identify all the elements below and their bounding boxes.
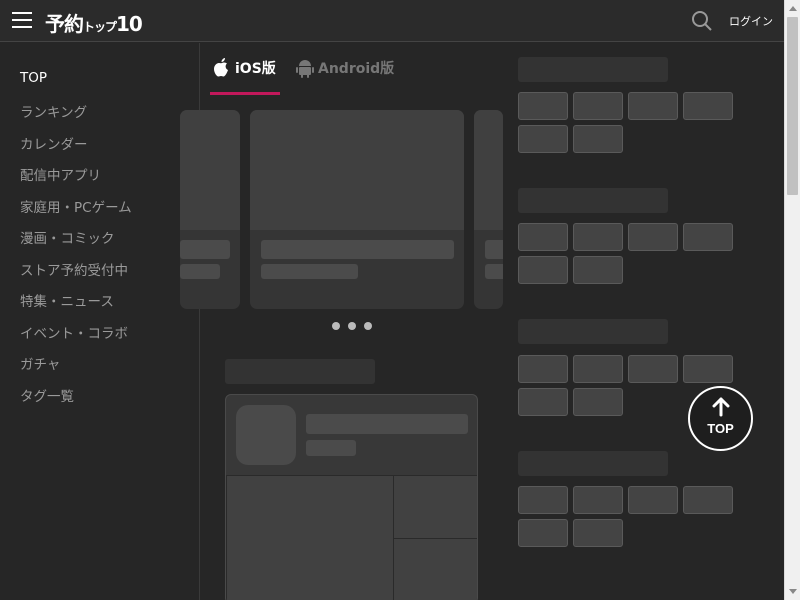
- app-title-placeholder: [306, 414, 468, 434]
- carousel-dot[interactable]: [332, 322, 340, 330]
- scroll-up-arrow-icon[interactable]: [789, 6, 797, 11]
- tag-placeholder[interactable]: [573, 355, 623, 383]
- tag-placeholder[interactable]: [573, 92, 623, 120]
- back-to-top-label: TOP: [707, 421, 734, 436]
- tag-placeholder[interactable]: [573, 125, 623, 153]
- carousel-card-next[interactable]: [474, 110, 503, 309]
- tag-placeholder[interactable]: [628, 486, 678, 514]
- app-screenshot-placeholder: [393, 538, 477, 600]
- sidebar-item-tags[interactable]: タグ一覧: [20, 385, 74, 405]
- back-to-top-button[interactable]: TOP: [688, 386, 753, 451]
- logo-text-main: 予約: [45, 12, 84, 36]
- tab-ios[interactable]: iOS版: [213, 58, 276, 78]
- sidebar-item-store-preorder[interactable]: ストア予約受付中: [20, 259, 128, 279]
- arrow-up-icon: [712, 397, 730, 417]
- tab-android[interactable]: Android版: [296, 58, 394, 78]
- tab-selected-indicator: [210, 92, 280, 95]
- logo-text-number: 10: [116, 12, 143, 36]
- tag-placeholder[interactable]: [683, 223, 733, 251]
- tag-group-heading-placeholder: [518, 188, 668, 213]
- logo-text-small: トップ: [83, 20, 117, 34]
- sidebar: TOP ランキング カレンダー 配信中アプリ 家庭用・PCゲーム 漫画・コミック…: [0, 43, 200, 600]
- carousel-card-current[interactable]: [250, 110, 464, 309]
- sidebar-item-gacha[interactable]: ガチャ: [20, 353, 60, 373]
- app-screenshot-placeholder: [226, 475, 394, 600]
- tag-placeholder[interactable]: [573, 519, 623, 547]
- section-heading-placeholder: [225, 359, 375, 384]
- tab-ios-label: iOS版: [235, 61, 276, 77]
- apple-icon: [214, 58, 228, 77]
- tag-placeholder[interactable]: [518, 355, 568, 383]
- sidebar-item-features-news[interactable]: 特集・ニュース: [20, 290, 114, 310]
- sidebar-item-console-pc-games[interactable]: 家庭用・PCゲーム: [20, 196, 132, 216]
- tag-placeholder[interactable]: [628, 355, 678, 383]
- header: 予約トップ10 ログイン: [0, 0, 784, 42]
- carousel-dot[interactable]: [364, 322, 372, 330]
- app-icon-placeholder: [236, 405, 296, 465]
- tag-placeholder[interactable]: [573, 388, 623, 416]
- sidebar-item-top[interactable]: TOP: [20, 70, 47, 86]
- tag-placeholder[interactable]: [628, 223, 678, 251]
- android-icon: [296, 60, 314, 78]
- tag-placeholder[interactable]: [518, 256, 568, 284]
- tag-group-heading-placeholder: [518, 57, 668, 82]
- scrollbar[interactable]: [784, 0, 800, 600]
- sidebar-item-ranking[interactable]: ランキング: [20, 101, 87, 121]
- site-logo[interactable]: 予約トップ10: [45, 8, 143, 37]
- app-card[interactable]: [225, 394, 478, 600]
- sidebar-item-events-collabs[interactable]: イベント・コラボ: [20, 322, 128, 342]
- tag-placeholder[interactable]: [518, 519, 568, 547]
- tag-placeholder[interactable]: [518, 486, 568, 514]
- tag-placeholder[interactable]: [518, 223, 568, 251]
- scroll-down-arrow-icon[interactable]: [789, 589, 797, 594]
- tag-placeholder[interactable]: [573, 223, 623, 251]
- tag-placeholder[interactable]: [518, 388, 568, 416]
- carousel-card-title-placeholder: [261, 240, 454, 259]
- app-meta-placeholder: [306, 440, 356, 456]
- tab-android-label: Android版: [318, 61, 395, 77]
- tag-placeholder[interactable]: [683, 355, 733, 383]
- menu-icon[interactable]: [12, 12, 32, 29]
- tag-placeholder[interactable]: [518, 92, 568, 120]
- tag-placeholder[interactable]: [573, 256, 623, 284]
- scrollbar-thumb[interactable]: [787, 17, 798, 195]
- search-icon[interactable]: [691, 10, 713, 32]
- carousel-dot[interactable]: [348, 322, 356, 330]
- sidebar-item-manga[interactable]: 漫画・コミック: [20, 227, 115, 247]
- carousel-card-image: [250, 110, 464, 230]
- login-link[interactable]: ログイン: [729, 13, 773, 29]
- tag-placeholder[interactable]: [573, 486, 623, 514]
- carousel-card-subtitle-placeholder: [261, 264, 358, 279]
- tag-placeholder[interactable]: [683, 486, 733, 514]
- app-screenshot-placeholder: [393, 475, 477, 539]
- tag-placeholder[interactable]: [518, 125, 568, 153]
- tag-placeholder[interactable]: [683, 92, 733, 120]
- tag-placeholder[interactable]: [628, 92, 678, 120]
- tag-group-heading-placeholder: [518, 451, 668, 476]
- sidebar-item-calendar[interactable]: カレンダー: [20, 133, 88, 153]
- sidebar-item-released-apps[interactable]: 配信中アプリ: [20, 164, 101, 184]
- tag-group-heading-placeholder: [518, 319, 668, 344]
- carousel-card-prev[interactable]: [180, 110, 240, 309]
